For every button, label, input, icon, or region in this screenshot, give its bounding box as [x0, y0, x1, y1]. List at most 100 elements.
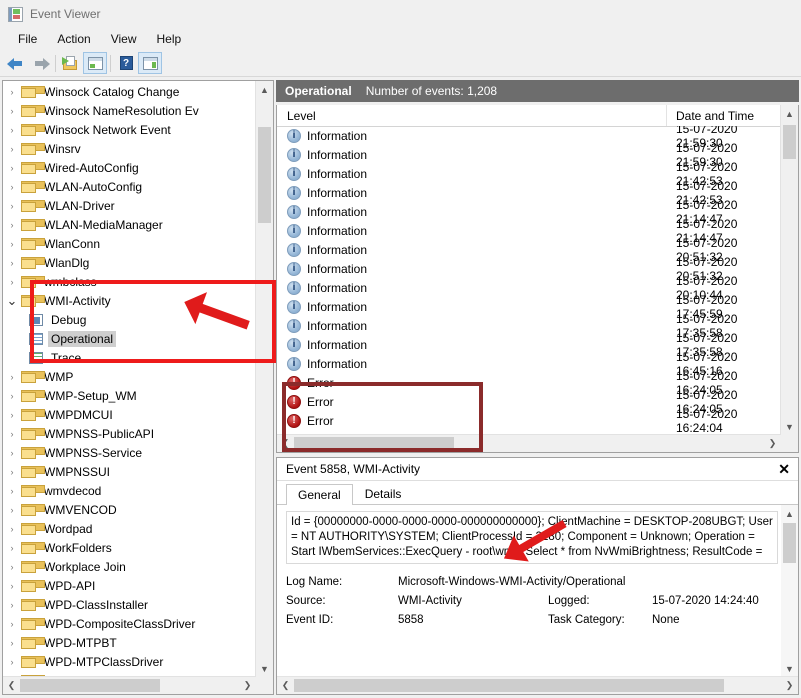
chevron-right-icon[interactable]: › — [3, 125, 21, 135]
event-scroll-right-icon[interactable]: ❯ — [764, 438, 781, 449]
chevron-right-icon[interactable]: › — [3, 163, 21, 173]
tree-node-winsock-catalog-change[interactable]: › Winsock Catalog Change — [3, 82, 256, 101]
tree-hscroll-track[interactable] — [20, 679, 239, 692]
tab-general[interactable]: General — [286, 484, 353, 505]
tree-hscrollbar-thumb[interactable] — [20, 679, 160, 692]
tree-node-wmvdecod[interactable]: › wmvdecod — [3, 481, 256, 500]
tree-node-wlanconn[interactable]: › WlanConn — [3, 234, 256, 253]
chevron-right-icon[interactable]: › — [3, 144, 21, 154]
tree-node-wlan-mediamanager[interactable]: › WLAN-MediaManager — [3, 215, 256, 234]
chevron-right-icon[interactable]: › — [3, 429, 21, 439]
tree-node-winsock-network-event[interactable]: › Winsock Network Event — [3, 120, 256, 139]
chevron-right-icon[interactable]: › — [3, 638, 21, 648]
tree-node-wmvencod[interactable]: › WMVENCOD — [3, 500, 256, 519]
tree-node-debug[interactable]: Debug — [3, 310, 256, 329]
toolbar-forward-button[interactable] — [28, 52, 52, 74]
detail-scroll-right-icon[interactable]: ❯ — [781, 680, 798, 691]
detail-scroll-left-icon[interactable]: ❮ — [277, 680, 294, 691]
detail-hscrollbar-thumb[interactable] — [294, 679, 724, 692]
tree-node-wmi-activity[interactable]: ⌄ WMI-Activity — [3, 291, 256, 310]
chevron-right-icon[interactable]: › — [3, 87, 21, 97]
event-scroll-up-icon[interactable]: ▲ — [781, 105, 798, 122]
toolbar-properties-button[interactable] — [83, 52, 107, 74]
chevron-right-icon[interactable]: › — [3, 448, 21, 458]
tree-node-wpd-mtpclassdriver[interactable]: › WPD-MTPClassDriver — [3, 652, 256, 671]
detail-scroll-down-icon[interactable]: ▼ — [781, 660, 798, 677]
toolbar-open-saved-log-button[interactable] — [59, 52, 83, 74]
tree-node-operational[interactable]: Operational — [3, 329, 256, 348]
chevron-right-icon[interactable]: › — [3, 486, 21, 496]
tree-vertical-scrollbar[interactable]: ▲ ▼ — [255, 81, 273, 677]
column-header-level[interactable]: Level — [277, 105, 667, 126]
tab-details[interactable]: Details — [353, 483, 414, 504]
event-scrollbar-thumb[interactable] — [783, 125, 796, 159]
chevron-right-icon[interactable]: › — [3, 220, 21, 230]
tree-scrollbar-thumb[interactable] — [258, 127, 271, 223]
tree-node-wlan-driver[interactable]: › WLAN-Driver — [3, 196, 256, 215]
menu-help[interactable]: Help — [148, 30, 193, 49]
chevron-right-icon[interactable]: › — [3, 410, 21, 420]
tree-node-wpd-mtpbt[interactable]: › WPD-MTPBT — [3, 633, 256, 652]
chevron-right-icon[interactable]: › — [3, 258, 21, 268]
tree-node-wpd-classinstaller[interactable]: › WPD-ClassInstaller — [3, 595, 256, 614]
tree-node-wmpnss-service[interactable]: › WMPNSS-Service — [3, 443, 256, 462]
close-icon[interactable]: ✕ — [778, 462, 790, 476]
chevron-right-icon[interactable]: › — [3, 277, 21, 287]
menu-action[interactable]: Action — [48, 30, 101, 49]
tree-scroll-left-icon[interactable]: ❮ — [3, 680, 20, 691]
tree-scroll-down-icon[interactable]: ▼ — [256, 660, 273, 677]
menu-file[interactable]: File — [9, 30, 48, 49]
detail-scroll-up-icon[interactable]: ▲ — [781, 505, 798, 522]
chevron-right-icon[interactable]: › — [3, 201, 21, 211]
chevron-right-icon[interactable]: › — [3, 391, 21, 401]
tree-node-workplace-join[interactable]: › Workplace Join — [3, 557, 256, 576]
chevron-right-icon[interactable]: › — [3, 600, 21, 610]
chevron-right-icon[interactable]: › — [3, 657, 21, 667]
chevron-right-icon[interactable]: › — [3, 239, 21, 249]
tree-node-wmp-setup-wm[interactable]: › WMP-Setup_WM — [3, 386, 256, 405]
detail-horizontal-scrollbar[interactable]: ❮ ❯ — [277, 676, 798, 694]
menu-view[interactable]: View — [102, 30, 148, 49]
tree-node-wmp[interactable]: › WMP — [3, 367, 256, 386]
tree-node-wired-autoconfig[interactable]: › Wired-AutoConfig — [3, 158, 256, 177]
event-scroll-down-icon[interactable]: ▼ — [781, 418, 798, 435]
toolbar-show-action-pane-button[interactable] — [138, 52, 162, 74]
column-header-date-and-time[interactable]: Date and Time — [667, 105, 798, 126]
chevron-right-icon[interactable]: › — [3, 372, 21, 382]
chevron-right-icon[interactable]: › — [3, 562, 21, 572]
tree-scroll-right-icon[interactable]: ❯ — [239, 680, 256, 691]
chevron-right-icon[interactable]: › — [3, 581, 21, 591]
tree-node-wpd-api[interactable]: › WPD-API — [3, 576, 256, 595]
tree-node-wpd-compositeclassdriver[interactable]: › WPD-CompositeClassDriver — [3, 614, 256, 633]
event-list-horizontal-scrollbar[interactable]: ❮ ❯ — [277, 434, 781, 452]
chevron-right-icon[interactable]: › — [3, 182, 21, 192]
chevron-right-icon[interactable]: › — [3, 467, 21, 477]
tree-node-wlan-autoconfig[interactable]: › WLAN-AutoConfig — [3, 177, 256, 196]
tree-node-wordpad[interactable]: › Wordpad — [3, 519, 256, 538]
tree-horizontal-scrollbar[interactable]: ❮ ❯ — [3, 676, 256, 694]
tree-node-winsrv[interactable]: › Winsrv — [3, 139, 256, 158]
chevron-right-icon[interactable]: › — [3, 106, 21, 116]
tree-node-wmbclass[interactable]: › wmbclass — [3, 272, 256, 291]
event-list-vertical-scrollbar[interactable]: ▲ ▼ — [780, 105, 798, 435]
event-hscroll-track[interactable] — [294, 437, 764, 450]
chevron-right-icon[interactable]: › — [3, 505, 21, 515]
tree-node-wmpnssui[interactable]: › WMPNSSUI — [3, 462, 256, 481]
event-scroll-left-icon[interactable]: ❮ — [277, 438, 294, 449]
tree-node-wlandlg[interactable]: › WlanDlg — [3, 253, 256, 272]
tree-node-wmpnss-publicapi[interactable]: › WMPNSS-PublicAPI — [3, 424, 256, 443]
detail-hscroll-track[interactable] — [294, 679, 781, 692]
tree-scroll-up-icon[interactable]: ▲ — [256, 81, 273, 98]
detail-scrollbar-thumb[interactable] — [783, 523, 796, 563]
detail-vertical-scrollbar[interactable]: ▲ ▼ — [781, 505, 798, 677]
tree-node-wmpdmcui[interactable]: › WMPDMCUI — [3, 405, 256, 424]
chevron-right-icon[interactable]: › — [3, 619, 21, 629]
chevron-right-icon[interactable]: › — [3, 524, 21, 534]
chevron-right-icon[interactable]: › — [3, 543, 21, 553]
toolbar-help-button[interactable]: ? — [114, 52, 138, 74]
chevron-down-icon[interactable]: ⌄ — [3, 293, 21, 309]
event-row[interactable]: ! Error 15-07-2020 16:24:04 — [277, 407, 781, 435]
tree-node-workfolders[interactable]: › WorkFolders — [3, 538, 256, 557]
event-hscrollbar-thumb[interactable] — [294, 437, 454, 450]
toolbar-back-button[interactable] — [4, 52, 28, 74]
